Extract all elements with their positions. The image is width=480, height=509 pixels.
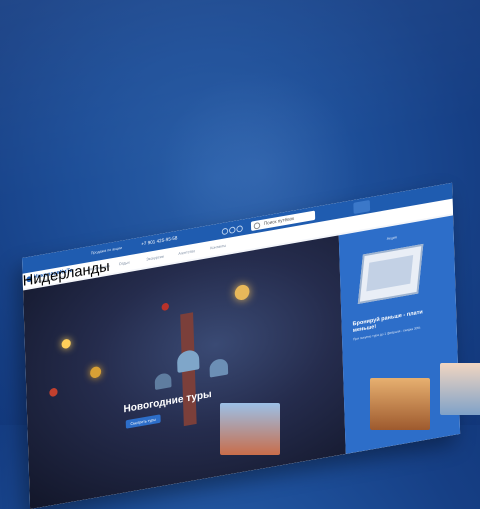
login-button[interactable] — [353, 199, 371, 215]
dome — [154, 372, 172, 390]
hero-button[interactable]: Смотреть туры — [125, 414, 161, 429]
dome — [209, 357, 229, 378]
tour-card[interactable] — [220, 403, 280, 455]
ornament — [161, 302, 170, 312]
hero-title: Новогодние туры — [123, 388, 212, 416]
tour-card[interactable] — [370, 378, 430, 430]
ornament — [234, 283, 250, 302]
ornament — [61, 338, 71, 350]
nav-item-rest[interactable]: Отдых — [119, 260, 130, 267]
dome — [176, 348, 200, 373]
ornament — [49, 387, 58, 398]
tour-card[interactable] — [440, 363, 480, 415]
promo-link[interactable]: Продажа по акции — [91, 245, 122, 255]
tour-cards — [150, 218, 480, 455]
ornament — [89, 365, 102, 379]
